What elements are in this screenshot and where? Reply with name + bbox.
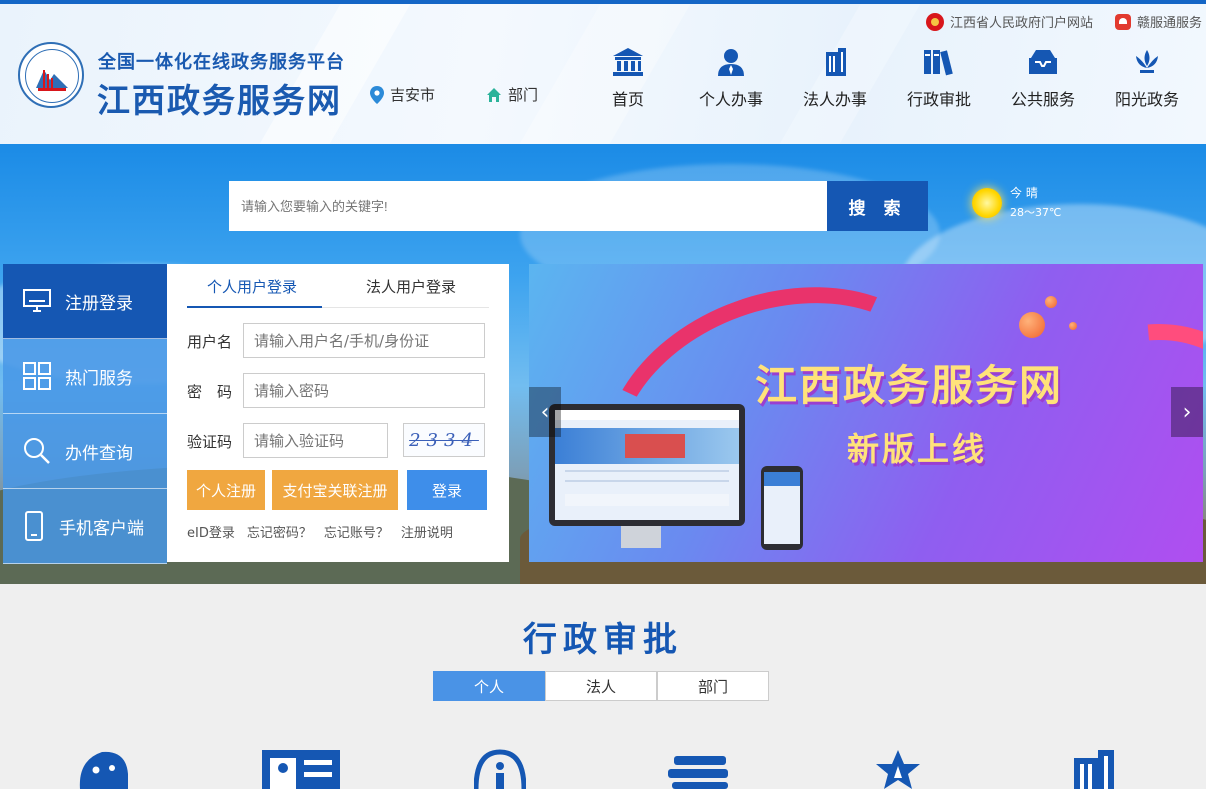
site-logo[interactable]: [18, 42, 84, 108]
captcha-label: 验证码: [187, 433, 233, 451]
hero-section: 搜 索 今 晴 28～37℃ 注册登录 热门服务: [0, 144, 1206, 584]
banner-ribbon: [975, 270, 1203, 562]
forgot-password-link[interactable]: 忘记密码？: [247, 522, 312, 541]
side-item-label: 手机客户端: [59, 518, 144, 539]
office-building-icon[interactable]: [1070, 748, 1118, 789]
nav-home-label: 首页: [611, 90, 644, 109]
banner-next-arrow[interactable]: ›: [1171, 387, 1203, 437]
nav-sunshine-label: 阳光政务: [1114, 90, 1179, 109]
person-icon: [718, 49, 744, 76]
grid-icon: [23, 362, 51, 390]
nav-public-service-label: 公共服务: [1010, 90, 1075, 109]
tab-corporate-login[interactable]: 法人用户登录: [366, 276, 456, 297]
national-emblem-icon: [925, 12, 944, 31]
captcha-field[interactable]: [243, 423, 388, 458]
nav-personal-label: 个人办事: [698, 90, 763, 109]
side-item-case-query[interactable]: 办件查询: [3, 414, 167, 489]
banner-phone-illustration: [761, 466, 803, 550]
tab-department[interactable]: 部门: [657, 671, 769, 701]
magnifier-icon: [24, 438, 50, 464]
username-field[interactable]: [243, 323, 485, 358]
monitor-icon: [23, 289, 51, 312]
approval-section-title: 行政审批: [523, 620, 683, 660]
side-item-label: 热门服务: [65, 368, 133, 389]
site-subtitle: 全国一体化在线政务服务平台: [98, 52, 345, 73]
username-label: 用户名: [187, 333, 233, 351]
banner-orb: [1069, 322, 1077, 330]
active-tab-indicator: [187, 306, 322, 308]
register-guide-link[interactable]: 注册说明: [401, 522, 453, 541]
nav-approval[interactable]: 行政审批: [894, 48, 984, 110]
nav-public-service[interactable]: 公共服务: [998, 48, 1088, 110]
award-star-icon[interactable]: [868, 748, 928, 789]
nav-sunshine[interactable]: 阳光政务: [1102, 48, 1192, 110]
sun-icon: [972, 188, 1002, 218]
side-item-hot-services[interactable]: 热门服务: [3, 339, 167, 414]
weather-condition: 今 晴: [1010, 186, 1038, 200]
bank-icon: [613, 48, 643, 76]
gov-portal-link[interactable]: 江西省人民政府门户网站: [925, 12, 1093, 31]
side-menu: 注册登录 热门服务 办件查询 手机客户端: [3, 264, 167, 564]
tab-personal-login[interactable]: 个人用户登录: [207, 276, 297, 297]
gov-portal-label: 江西省人民政府门户网站: [949, 16, 1093, 31]
banner-monitor-illustration: [549, 404, 745, 526]
logo-emblem-icon: [36, 70, 68, 91]
personal-register-button[interactable]: 个人注册: [187, 470, 265, 510]
map-pin-icon: [370, 85, 384, 104]
login-panel: 个人用户登录 法人用户登录 用户名 密 码 验证码 2334 个人注册 支付宝关…: [167, 264, 509, 562]
banner-orb: [1019, 312, 1045, 338]
nav-home[interactable]: 首页: [583, 48, 673, 110]
side-item-label: 办件查询: [65, 443, 133, 464]
login-button[interactable]: 登录: [407, 470, 487, 510]
banner-title: 江西政务服务网: [755, 361, 1064, 410]
banner-prev-arrow[interactable]: ‹: [529, 387, 561, 437]
department-selector[interactable]: 部门: [486, 84, 538, 105]
promo-banner[interactable]: 江西政务服务网 新版上线 ‹ ›: [529, 264, 1203, 562]
side-item-label: 注册登录: [65, 293, 133, 314]
location-label: 吉安市: [390, 86, 436, 104]
department-label: 部门: [508, 86, 539, 104]
search-button[interactable]: 搜 索: [827, 181, 928, 231]
side-item-mobile-client[interactable]: 手机客户端: [3, 489, 167, 564]
ganfutong-label: 赣服通服务: [1136, 16, 1202, 31]
baby-service-icon[interactable]: [74, 748, 132, 789]
tab-corporate[interactable]: 法人: [545, 671, 657, 701]
books-icon: [924, 50, 953, 76]
site-title[interactable]: 江西政务服务网: [97, 74, 342, 122]
phone-icon: [25, 511, 43, 541]
tab-personal[interactable]: 个人: [433, 671, 545, 701]
site-header: 江西省人民政府门户网站 赣服通服务 全国一体化在线政务服务平台 江西政务服务网 …: [0, 4, 1206, 144]
building-icon: [826, 48, 846, 76]
login-links: eID登录 忘记密码？ 忘记账号？ 注册说明: [187, 522, 453, 541]
location-selector[interactable]: 吉安市: [370, 84, 435, 105]
banner-monitor-stand: [621, 526, 661, 548]
inbox-icon: [1029, 50, 1057, 74]
info-person-icon[interactable]: [474, 748, 526, 789]
nav-approval-label: 行政审批: [906, 90, 971, 109]
nav-personal[interactable]: 个人办事: [686, 48, 776, 110]
approval-category-tabs: 个人 法人 部门: [433, 671, 769, 701]
forgot-account-link[interactable]: 忘记账号？: [324, 522, 389, 541]
lotus-icon: [1136, 50, 1158, 73]
alipay-register-button[interactable]: 支付宝关联注册: [272, 470, 398, 510]
nav-corporate[interactable]: 法人办事: [790, 48, 880, 110]
stacked-books-icon[interactable]: [668, 748, 732, 789]
external-links: 江西省人民政府门户网站 赣服通服务: [925, 12, 1202, 31]
home-icon: [487, 87, 501, 102]
banner-subtitle: 新版上线: [847, 430, 988, 468]
search-input[interactable]: [229, 181, 827, 231]
password-label: 密 码: [187, 383, 233, 401]
eid-login-link[interactable]: eID登录: [187, 522, 235, 541]
ganfutong-link[interactable]: 赣服通服务: [1114, 12, 1202, 31]
banner-orb: [1045, 296, 1057, 308]
id-card-icon[interactable]: [262, 748, 340, 789]
password-field[interactable]: [243, 373, 485, 408]
side-item-register-login[interactable]: 注册登录: [3, 264, 167, 339]
captcha-image[interactable]: 2334: [403, 423, 485, 457]
nav-corporate-label: 法人办事: [802, 90, 867, 109]
ganfutong-icon: [1114, 13, 1131, 30]
weather-temperature: 28～37℃: [1010, 206, 1062, 219]
